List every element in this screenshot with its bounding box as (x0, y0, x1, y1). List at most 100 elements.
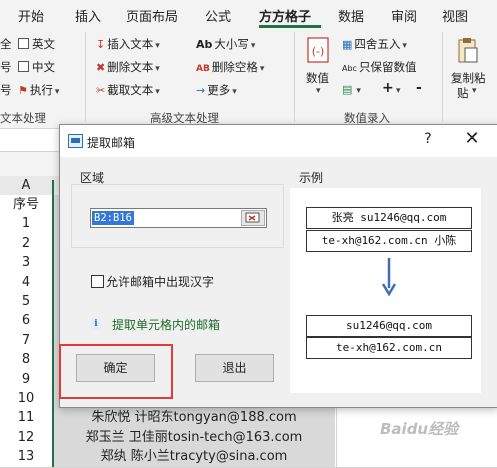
chevron-down-icon: ▾ (316, 86, 321, 96)
chevron-down-icon: ▾ (356, 86, 361, 96)
cell-b[interactable]: 郑玉兰 卫佳丽tosin-tech@163.com (53, 427, 335, 448)
row-number[interactable]: 6 (0, 311, 52, 331)
cell-c[interactable] (336, 447, 497, 468)
chevron-down-icon: ▾ (155, 64, 160, 74)
row-number[interactable]: 12 (0, 428, 52, 448)
tab-view[interactable]: 视图 (442, 6, 468, 25)
copy-paste-label-2: 贴 (457, 86, 469, 100)
copy-paste-label-1: 复制粘 (451, 71, 486, 85)
row-number[interactable]: 10 (0, 389, 52, 409)
keep-numeric-button[interactable]: Abc 只保留数值 (342, 59, 416, 75)
info-text: 提取单元格内的邮箱 (112, 318, 221, 332)
svg-text:(-): (-) (312, 45, 325, 58)
plus-button[interactable]: + (382, 80, 394, 96)
example-label: 示例 (299, 171, 324, 185)
tab-insert[interactable]: 插入 (75, 6, 101, 25)
keep-numeric-icon: Abc (342, 64, 357, 73)
chevron-down-icon: ▾ (250, 41, 256, 51)
watermark: Baidu经验 (380, 420, 459, 438)
checkbox-icon (18, 61, 29, 72)
chevron-down-icon: ▾ (402, 41, 407, 51)
tab-page-layout[interactable]: 页面布局 (126, 6, 178, 25)
grid-icon: ▤ (342, 83, 353, 96)
row-number[interactable]: 11 (0, 408, 52, 428)
example-output-1: su1246@qq.com (306, 315, 472, 337)
allow-chinese-label: 允许邮箱中出现汉字 (106, 275, 215, 289)
ribbon-separator (85, 32, 86, 122)
cut-text-icon: ✂ (96, 84, 106, 97)
exit-button[interactable]: 退出 (195, 354, 274, 382)
tab-formulas[interactable]: 公式 (205, 6, 231, 25)
row-number[interactable]: 13 (0, 447, 52, 467)
range-select-button[interactable] (241, 210, 265, 226)
number-icon: (-) (307, 37, 329, 63)
chevron-down-icon: ▾ (155, 87, 160, 97)
ribbon-separator (442, 32, 443, 122)
cell-b[interactable]: 郑纨 陈小兰tracyty@sina.com (53, 447, 335, 468)
insert-text-icon: ↧ (96, 38, 106, 51)
dialog-title: 提取邮箱 (87, 136, 136, 150)
dialog-titlebar: 提取邮箱 ? ✕ (60, 125, 497, 157)
tab-data[interactable]: 数据 (338, 6, 364, 25)
row-number[interactable]: 7 (0, 331, 52, 351)
number-format-button[interactable]: ▤ ▾ (342, 82, 361, 96)
chevron-down-icon: ▾ (396, 86, 401, 96)
tab-review[interactable]: 审阅 (391, 6, 417, 25)
clipboard-icon (458, 38, 478, 63)
ribbon-separator (294, 32, 295, 122)
ribbon-left-frag-3: 号 (0, 83, 12, 97)
range-picker-icon (245, 212, 260, 223)
example-input-1: 张亮 su1246@qq.com (306, 207, 472, 229)
row-number[interactable]: 9 (0, 370, 52, 390)
delete-space-button[interactable]: AB 删除空格 ▾ (196, 59, 264, 75)
tab-fangfang[interactable]: 方方格子 (259, 6, 311, 25)
row-number[interactable]: 2 (0, 234, 52, 254)
row-number[interactable]: 8 (0, 350, 52, 370)
more-button[interactable]: → 更多 ▾ (196, 82, 237, 98)
row-number[interactable]: 1 (0, 214, 52, 234)
help-button[interactable]: ? (418, 131, 438, 147)
ribbon-left-frag-2: 号 (0, 60, 12, 74)
round-icon: ▦ (342, 38, 353, 51)
case-icon: Ab (196, 38, 213, 51)
round-button[interactable]: ▦ 四舍五入 ▾ (342, 36, 407, 52)
cut-text-button[interactable]: ✂ 截取文本 ▾ (96, 82, 160, 98)
checkbox-icon (18, 38, 29, 49)
chinese-checkbox[interactable]: 中文 (18, 59, 55, 75)
highlight-box (59, 344, 173, 399)
delete-text-button[interactable]: ✖ 删除文本 ▾ (96, 59, 160, 75)
allow-chinese-checkbox[interactable] (91, 275, 104, 288)
group-label-text-proc: 文本处理 (0, 111, 46, 125)
number-big-button[interactable]: (-) (305, 36, 333, 66)
chevron-down-icon: ▾ (259, 64, 265, 74)
row-number[interactable]: 序号 (0, 195, 52, 215)
execute-button[interactable]: ⚑ 执行 ▾ (18, 82, 59, 98)
insert-text-button[interactable]: ↧ 插入文本 ▾ (96, 36, 160, 52)
close-button[interactable]: ✕ (460, 128, 484, 149)
info-icon: i (90, 318, 102, 330)
range-input-value: B2:B16 (92, 211, 134, 225)
arrow-right-icon: → (196, 84, 206, 97)
chevron-down-icon: ▾ (155, 41, 160, 51)
chevron-down-icon: ▾ (232, 87, 237, 97)
minus-button[interactable]: - (416, 80, 422, 96)
column-header-a[interactable]: A (0, 176, 52, 195)
ribbon-body: 全 号 号 英文 中文 ⚑ 执行 ▾ 文本处理 ↧ 插入文本 ▾ ✖ 删除文本 ▾ ✂ 截取文… (0, 28, 497, 129)
delete-space-icon: AB (196, 64, 210, 74)
copy-paste-button[interactable] (455, 36, 481, 66)
arrow-down-icon (382, 258, 396, 296)
tab-home[interactable]: 开始 (18, 6, 44, 25)
number-label[interactable]: 数值 (306, 70, 329, 86)
app-icon (68, 134, 83, 148)
cell-b[interactable]: 朱欣悦 计昭东tongyan@188.com (53, 408, 335, 429)
ribbon-left-frag-1: 全 (0, 37, 12, 51)
row-number[interactable]: 3 (0, 253, 52, 273)
table-row: 13 郑纨 陈小兰tracyty@sina.com (0, 447, 497, 468)
row-number[interactable]: 5 (0, 292, 52, 312)
row-number[interactable]: 4 (0, 273, 52, 293)
case-button[interactable]: Ab 大小写 ▾ (196, 36, 255, 52)
ribbon-tabs: 开始 插入 页面布局 公式 方方格子 数据 审阅 视图 (0, 0, 497, 28)
example-panel: 张亮 su1246@qq.com te-xh@162.com.cn 小陈 su1… (290, 188, 481, 393)
selection-border (52, 180, 54, 467)
english-checkbox[interactable]: 英文 (18, 36, 55, 52)
